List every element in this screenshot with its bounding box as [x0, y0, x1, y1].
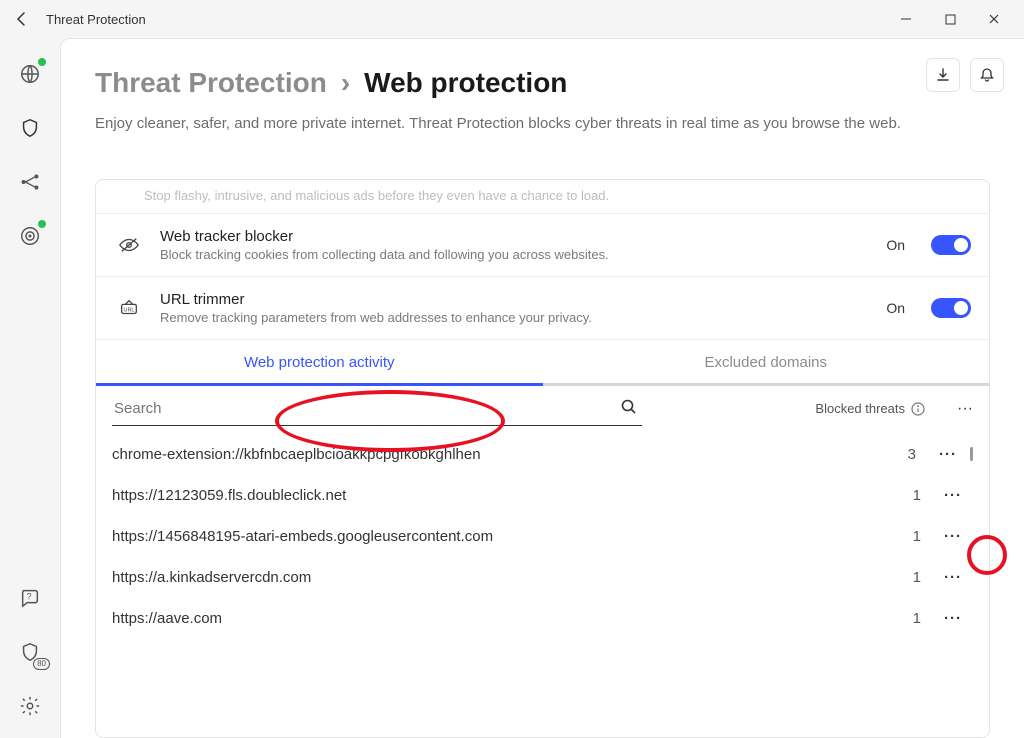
page-subtitle: Enjoy cleaner, safer, and more private i… [95, 113, 975, 135]
tab-web-protection-activity[interactable]: Web protection activity [96, 340, 543, 386]
url-icon: URL [114, 297, 144, 319]
eye-slash-icon [114, 235, 144, 255]
svg-text:?: ? [27, 591, 32, 601]
search-field-wrap [112, 392, 642, 426]
setting-title: Web tracker blocker [160, 228, 870, 245]
sidebar-item-shield[interactable] [16, 114, 44, 142]
setting-url-trimmer: URL URL trimmer Remove tracking paramete… [96, 276, 989, 339]
tabs: Web protection activity Excluded domains [96, 339, 989, 386]
close-button[interactable] [972, 4, 1016, 34]
row-url: https://aave.com [112, 610, 873, 627]
sidebar-item-radar[interactable] [16, 222, 44, 250]
back-button[interactable] [8, 11, 36, 27]
setting-title: URL trimmer [160, 291, 870, 308]
breadcrumb-root[interactable]: Threat Protection [95, 67, 327, 99]
setting-desc: Block tracking cookies from collecting d… [160, 247, 870, 262]
sidebar-item-settings[interactable] [16, 692, 44, 720]
row-more-button[interactable]: ··· [933, 487, 973, 504]
row-more-button[interactable]: ··· [933, 569, 973, 586]
search-icon [620, 398, 638, 416]
row-more-button[interactable]: ··· [928, 446, 968, 463]
table-row: https://1456848195-atari-embeds.googleus… [96, 516, 989, 557]
table-row: https://12123059.fls.doubleclick.net1··· [96, 475, 989, 516]
row-more-button[interactable]: ··· [933, 528, 973, 545]
notifications-button[interactable] [970, 58, 1004, 92]
status-dot-icon [38, 58, 46, 66]
row-count: 1 [873, 610, 933, 627]
web-tracker-toggle[interactable] [931, 235, 971, 255]
row-url: https://12123059.fls.doubleclick.net [112, 487, 873, 504]
search-input[interactable] [112, 392, 642, 425]
chevron-right-icon: › [341, 67, 350, 99]
svg-text:URL: URL [123, 307, 134, 313]
tab-excluded-domains[interactable]: Excluded domains [543, 340, 990, 386]
table-row: chrome-extension://kbfnbcaeplbcioakkpcpg… [96, 434, 989, 475]
url-trimmer-toggle[interactable] [931, 298, 971, 318]
setting-desc: Remove tracking parameters from web addr… [160, 310, 870, 325]
toggle-state-label: On [886, 300, 905, 316]
row-count: 1 [873, 528, 933, 545]
row-url: https://1456848195-atari-embeds.googleus… [112, 528, 873, 545]
sidebar-item-mesh[interactable] [16, 168, 44, 196]
download-button[interactable] [926, 58, 960, 92]
row-count: 1 [873, 569, 933, 586]
status-dot-icon [38, 220, 46, 228]
window-title: Threat Protection [46, 12, 146, 27]
minimize-button[interactable] [884, 4, 928, 34]
tab-label: Excluded domains [704, 354, 827, 371]
activity-list: Blocked threats ··· chrome-extension://k… [96, 386, 989, 737]
sidebar: ? 80 [0, 38, 60, 738]
main-panel: Threat Protection › Web protection Enjoy… [60, 38, 1024, 738]
col-label: Blocked threats [815, 401, 905, 416]
title-bar: Threat Protection [0, 0, 1024, 38]
table-row: https://a.kinkadservercdn.com1··· [96, 557, 989, 598]
sidebar-item-globe[interactable] [16, 60, 44, 88]
row-more-button[interactable]: ··· [933, 610, 973, 627]
shield-count-badge: 80 [33, 658, 50, 670]
row-url: https://a.kinkadservercdn.com [112, 569, 873, 586]
toggle-state-label: On [886, 237, 905, 253]
row-url: chrome-extension://kbfnbcaeplbcioakkpcpg… [112, 446, 868, 463]
table-row: https://aave.com1··· [96, 598, 989, 639]
breadcrumb-current: Web protection [364, 67, 567, 99]
info-icon[interactable] [911, 402, 925, 416]
mini-scrollbar[interactable] [970, 447, 973, 461]
sidebar-item-help[interactable]: ? [16, 584, 44, 612]
settings-card: Stop flashy, intrusive, and malicious ad… [95, 179, 990, 738]
partial-row: Stop flashy, intrusive, and malicious ad… [96, 180, 989, 213]
setting-web-tracker-blocker: Web tracker blocker Block tracking cooki… [96, 213, 989, 276]
maximize-button[interactable] [928, 4, 972, 34]
tab-label: Web protection activity [244, 354, 395, 371]
row-count: 3 [868, 446, 928, 463]
breadcrumb: Threat Protection › Web protection [95, 67, 990, 99]
column-blocked-threats: Blocked threats [815, 401, 933, 416]
header-more-button[interactable]: ··· [957, 400, 973, 418]
sidebar-item-shield-count[interactable]: 80 [16, 638, 44, 666]
row-count: 1 [873, 487, 933, 504]
